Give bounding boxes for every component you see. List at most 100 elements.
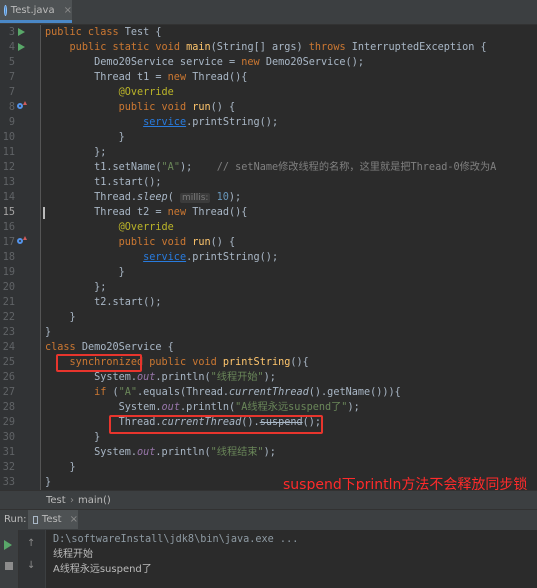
code-line[interactable]: 22 } (0, 310, 537, 325)
code-line[interactable]: 20 }; (0, 280, 537, 295)
code-line[interactable]: 14 Thread.sleep( millis: 10); (0, 190, 537, 205)
line-number: 9 (8, 117, 15, 128)
arrow-down-icon[interactable]: ↓ (27, 560, 35, 571)
code-text: Thread t2 = new Thread(){ (45, 205, 247, 220)
code-line[interactable]: 7 @Override (0, 85, 537, 100)
code-line[interactable]: 18 service.printString(); (0, 250, 537, 265)
line-number: 15 (2, 207, 15, 218)
code-text: }; (45, 280, 106, 295)
code-token: throws (308, 42, 352, 53)
rerun-icon[interactable] (4, 540, 12, 550)
code-line[interactable]: 12 t1.setName("A"); // setName修改线程的名称，这里… (0, 160, 537, 175)
line-number: 24 (2, 342, 15, 353)
code-token: () { (210, 102, 236, 113)
stop-icon[interactable] (5, 562, 13, 570)
code-token: t1.start(); (45, 177, 162, 188)
code-token: .printString(); (186, 252, 279, 263)
code-line[interactable]: 15 Thread t2 = new Thread(){ (0, 205, 537, 220)
override-gutter-icon[interactable] (17, 101, 27, 109)
run-tab-test[interactable]: Test × (28, 510, 78, 529)
console-output-line: D:\softwareInstall\jdk8\bin\java.exe ... (53, 534, 299, 545)
code-token: printString (222, 357, 291, 368)
code-line[interactable]: 3 public class Test { (0, 25, 537, 40)
code-token: (){ (290, 357, 309, 368)
line-number: 5 (8, 57, 15, 68)
code-line[interactable]: 5 Demo20Service service = new Demo20Serv… (0, 55, 537, 70)
code-token: out (137, 447, 156, 458)
code-line[interactable]: 28 System.out.println("A线程永远suspend了"); (0, 400, 537, 415)
line-number: 10 (2, 132, 15, 143)
code-text: t1.start(); (45, 175, 162, 190)
override-gutter-icon[interactable] (17, 236, 27, 244)
code-line[interactable]: 23} (0, 325, 537, 340)
code-token: class (45, 342, 82, 353)
line-number: 18 (2, 252, 15, 263)
code-text: t1.setName("A"); // setName修改线程的名称，这里就是把… (45, 160, 496, 175)
code-text: Demo20Service service = new Demo20Servic… (45, 55, 364, 70)
code-token: ); (228, 192, 242, 203)
annotation-note: suspend下println方法不会释放同步锁 (283, 477, 528, 490)
code-line[interactable]: 13 t1.start(); (0, 175, 537, 190)
code-line[interactable]: 10 } (0, 130, 537, 145)
console-output-line: A线程永远suspend了 (53, 564, 152, 575)
code-line[interactable]: 31 System.out.println("线程结束"); (0, 445, 537, 460)
code-line[interactable]: 8 public void run() { (0, 100, 537, 115)
code-line[interactable]: 32 } (0, 460, 537, 475)
breadcrumb-class[interactable]: Test (46, 491, 66, 510)
code-text: public void run() { (45, 235, 236, 250)
code-line[interactable]: 21 t2.start(); (0, 295, 537, 310)
line-number: 7 (8, 87, 15, 98)
code-token: 10 (210, 192, 229, 203)
code-token: new (241, 57, 266, 68)
code-token: ); (179, 162, 217, 173)
line-number: 33 (2, 477, 15, 488)
close-icon[interactable]: × (70, 514, 78, 525)
code-line[interactable]: 4 public static void main(String[] args)… (0, 40, 537, 55)
code-token: } (45, 477, 52, 488)
code-token: .println( (179, 402, 236, 413)
code-line[interactable]: 27 if ("A".equals(Thread.currentThread()… (0, 385, 537, 400)
code-text: class Demo20Service { (45, 340, 174, 355)
code-line[interactable]: 7 Thread t1 = new Thread(){ (0, 70, 537, 85)
arrow-up-icon[interactable]: ↑ (27, 538, 35, 549)
code-text: Thread t1 = new Thread(){ (45, 70, 247, 85)
breadcrumb-method[interactable]: main() (78, 491, 111, 510)
code-token: } (45, 462, 76, 473)
code-line[interactable]: 26 System.out.println("线程开始"); (0, 370, 537, 385)
code-line[interactable]: 16 @Override (0, 220, 537, 235)
line-number: 29 (2, 417, 15, 428)
code-token: @Override (118, 87, 174, 98)
tab-test-java[interactable]: Test.java × (0, 0, 72, 23)
code-line[interactable]: 17 public void run() { (0, 235, 537, 250)
code-token: }; (45, 282, 107, 293)
line-number: 23 (2, 327, 15, 338)
code-editor[interactable]: 3 public class Test {4 public static void… (0, 25, 537, 490)
line-number: 30 (2, 432, 15, 443)
tab-label: Test.java (10, 4, 55, 16)
run-gutter-icon[interactable] (18, 28, 25, 36)
highlight-synchronized-box (56, 354, 142, 372)
code-token: @Override (118, 222, 174, 233)
code-text: service.printString(); (45, 250, 278, 265)
run-gutter-icon[interactable] (18, 43, 25, 51)
run-label: Run: (4, 514, 27, 525)
code-token: .println( (155, 372, 211, 383)
code-line[interactable]: 9 service.printString(); (0, 115, 537, 130)
line-number: 27 (2, 387, 15, 398)
code-text: } (45, 475, 51, 490)
code-token: Thread(){ (192, 207, 248, 218)
code-text: } (45, 130, 125, 145)
code-text: System.out.println("A线程永远suspend了"); (45, 400, 360, 415)
code-token: InterruptedException { (351, 42, 487, 53)
code-line[interactable]: 11 }; (0, 145, 537, 160)
code-line[interactable]: 19 } (0, 265, 537, 280)
code-token: ); (263, 447, 276, 458)
code-line[interactable]: 24 class Demo20Service { (0, 340, 537, 355)
code-text: } (45, 460, 76, 475)
close-icon[interactable]: × (64, 5, 72, 16)
code-text: public static void main(String[] args) t… (45, 40, 487, 55)
code-text: } (45, 265, 125, 280)
code-token: } (45, 327, 52, 338)
